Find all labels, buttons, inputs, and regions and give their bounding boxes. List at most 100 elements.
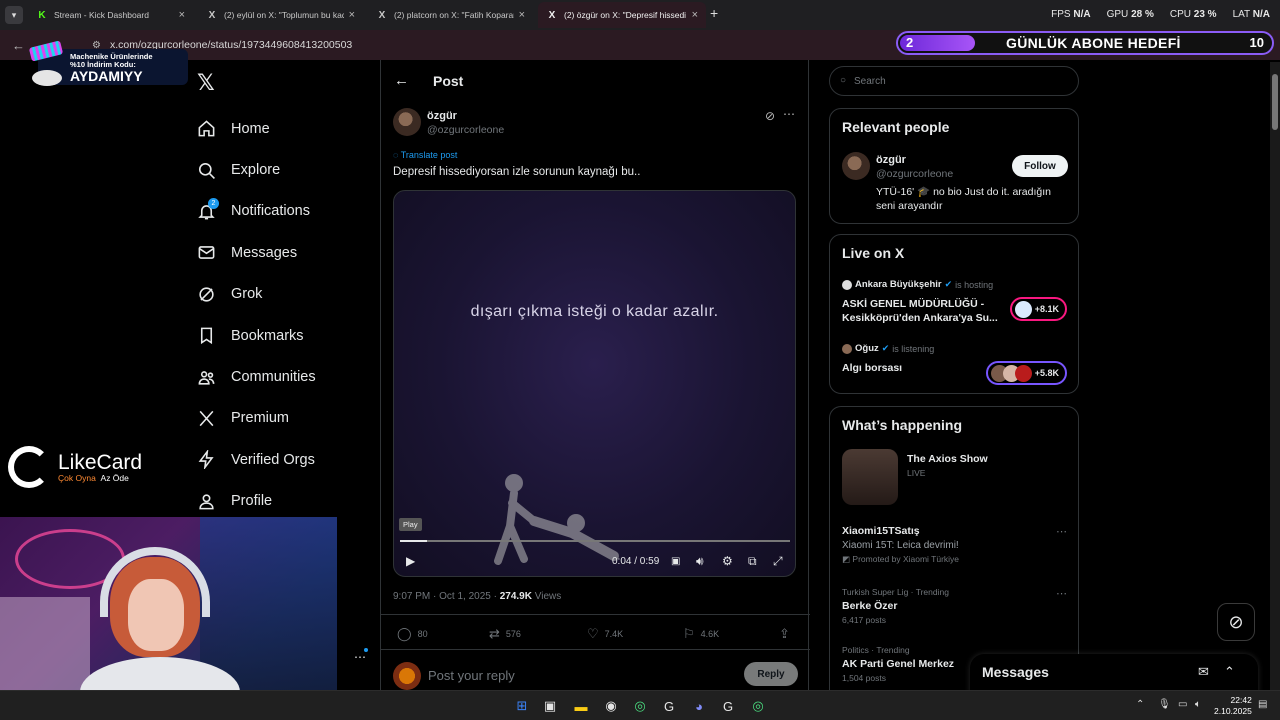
volume-icon[interactable]: 🔊︎ (696, 554, 704, 569)
nav-verified-orgs[interactable]: Verified Orgs (196, 439, 316, 480)
network-icon[interactable]: ▭ (1178, 699, 1187, 710)
new-tab-button[interactable]: + (710, 5, 718, 21)
messages-drawer[interactable]: Messages ✉ ⌃ (970, 654, 1258, 694)
avatar[interactable] (842, 152, 870, 180)
live-host[interactable]: Ankara Büyükşehir ✔ is hosting (842, 279, 993, 290)
close-tab-icon[interactable]: × (349, 9, 355, 21)
search-input[interactable]: ○ Search (829, 66, 1079, 96)
video-progress-bar[interactable] (400, 540, 790, 542)
nav-profile[interactable]: Profile (196, 481, 316, 522)
live-listener-count[interactable]: +5.8K (985, 361, 1067, 385)
video-player[interactable]: dışarı çıkma isteği o kadar azalır. Play… (393, 190, 796, 577)
microphone-icon[interactable]: 🎙︎ (1158, 699, 1171, 710)
follow-button[interactable]: Follow (1012, 155, 1068, 177)
play-icon[interactable]: ▶ (406, 554, 415, 568)
discord-icon[interactable]: ◕ (689, 696, 709, 716)
more-options-icon[interactable]: ⋯ (783, 107, 795, 121)
avatar (393, 662, 421, 690)
account-menu-icon[interactable]: ⋯ (354, 650, 366, 664)
axios-thumbnail[interactable] (842, 449, 898, 505)
nav-messages[interactable]: Messages (196, 232, 316, 273)
lat-value: N/A (1252, 9, 1270, 20)
chrome-icon[interactable]: ◎ (630, 696, 650, 716)
nav-label: Home (231, 120, 270, 137)
task-view-icon[interactable]: ▣ (540, 696, 560, 716)
live-title[interactable]: Algı borsası (842, 361, 1007, 375)
performance-stats: FPS N/A GPU 28 % CPU 23 % LAT N/A (1051, 9, 1270, 20)
more-options-icon[interactable]: ⋯ (1056, 525, 1067, 538)
tray-chevron-icon[interactable]: ⌃ (1136, 699, 1144, 710)
person-handle[interactable]: @ozgurcorleone (876, 168, 953, 180)
speaker-icon[interactable]: 🔈︎ (1195, 699, 1201, 710)
avatar[interactable] (393, 108, 421, 136)
nav-bookmarks[interactable]: Bookmarks (196, 315, 316, 356)
repost-button[interactable]: ⇄ 576 (489, 626, 521, 642)
trend-item[interactable]: Turkish Super Lig · Trending Berke Özer … (842, 587, 1067, 625)
nav-grok[interactable]: Grok (196, 274, 316, 315)
nav-home[interactable]: Home (196, 108, 316, 149)
live-host[interactable]: Oğuz ✔ is listening (842, 343, 934, 354)
system-clock[interactable]: 22:42 2.10.2025 (1214, 695, 1252, 717)
avatar (1014, 300, 1032, 318)
repost-icon: ⇄ (489, 626, 500, 641)
close-tab-icon[interactable]: × (519, 9, 525, 21)
tab-list-dropdown-button[interactable]: ▾ (5, 6, 23, 24)
close-tab-icon[interactable]: × (179, 9, 185, 21)
share-button[interactable]: ⇪ (779, 626, 790, 642)
tab-eylul[interactable]: X (2) eylül on X: "Toplumun bu kadar × (198, 2, 363, 28)
live-on-x-card: Live on X Ankara Büyükşehir ✔ is hosting… (829, 234, 1079, 394)
app-g2-icon[interactable]: G (718, 696, 738, 716)
reply-button[interactable]: ◯ 80 (397, 626, 428, 642)
scrollbar-thumb[interactable] (1272, 74, 1278, 130)
live-listener-count[interactable]: +8.1K (1009, 297, 1067, 321)
bookmark-count: 4.6K (700, 629, 720, 639)
captions-icon[interactable]: ▣ (671, 556, 680, 567)
obs-icon[interactable]: ◉ (601, 696, 621, 716)
grok-explain-icon[interactable]: ⊘ (765, 109, 775, 123)
tab-title: (2) eylül on X: "Toplumun bu kadar (224, 10, 344, 20)
fps-label: FPS (1051, 9, 1071, 20)
author-name[interactable]: özgür (427, 110, 457, 122)
app-g-icon[interactable]: G (659, 696, 679, 716)
fullscreen-icon[interactable]: ⤢ (773, 554, 783, 569)
translate-post-link[interactable]: ◌ Translate post (393, 150, 457, 160)
nav-label: Grok (231, 286, 263, 303)
live-title[interactable]: ASKİ GENEL MÜDÜRLÜĞÜ - Kesikköprü'den An… (842, 297, 1007, 325)
page-scrollbar[interactable] (1270, 62, 1280, 690)
goal-current: 2 (906, 35, 914, 50)
trend-item[interactable]: Xiaomi15TSatış Xiaomi 15T: Leica devrimi… (842, 525, 1067, 565)
notification-badge: 2 (208, 198, 219, 210)
clock-date: 2.10.2025 (1214, 706, 1252, 716)
bookmark-button[interactable]: ⚐ 4.6K (683, 626, 719, 642)
back-arrow-icon[interactable]: ← (394, 72, 409, 89)
expand-icon[interactable]: ⌃ (1224, 664, 1235, 680)
nav-explore[interactable]: Explore (196, 149, 316, 190)
author-handle[interactable]: @ozgurcorleone (427, 124, 504, 136)
reply-input[interactable]: Post your reply (428, 668, 515, 683)
like-button[interactable]: ♡ 7.4K (587, 626, 623, 642)
nav-notifications[interactable]: 2 Notifications (196, 191, 316, 232)
notifications-icon[interactable]: ▤ (1258, 699, 1267, 710)
tab-kick-dashboard[interactable]: K Stream - Kick Dashboard × (28, 2, 193, 28)
close-tab-icon[interactable]: × (692, 9, 698, 21)
more-options-icon[interactable]: ⋯ (1056, 587, 1067, 600)
file-explorer-icon[interactable]: ▬ (571, 696, 591, 716)
picture-in-picture-icon[interactable]: ⧉ (748, 554, 757, 569)
settings-icon[interactable]: ⚙ (722, 554, 733, 568)
person-name[interactable]: özgür (876, 154, 906, 166)
axios-show-title[interactable]: The Axios Show (907, 453, 988, 465)
new-message-icon[interactable]: ✉ (1198, 664, 1209, 680)
host-name: Ankara Büyükşehir (855, 279, 942, 290)
reply-submit-button[interactable]: Reply (744, 662, 798, 686)
chrome-profile-icon[interactable]: ◎ (748, 696, 768, 716)
nav-premium[interactable]: Premium (196, 398, 316, 439)
grok-floating-button[interactable]: ⊘ (1217, 603, 1255, 641)
windows-start-icon[interactable]: ⊞ (512, 696, 532, 716)
tab-platcorn[interactable]: X (2) platcorn on X: "Fatih Koparan, ( × (368, 2, 533, 28)
tab-ozgur-active[interactable]: X (2) özgür on X: "Depresif hissediyo × (538, 2, 706, 28)
trend-name: Berke Özer (842, 600, 898, 612)
post-timestamp[interactable]: 9:07 PM · Oct 1, 2025 · (393, 591, 497, 602)
x-logo-icon[interactable]: 𝕏 (197, 70, 215, 96)
nav-communities[interactable]: Communities (196, 356, 316, 397)
back-arrow-icon[interactable]: ← (12, 38, 25, 53)
